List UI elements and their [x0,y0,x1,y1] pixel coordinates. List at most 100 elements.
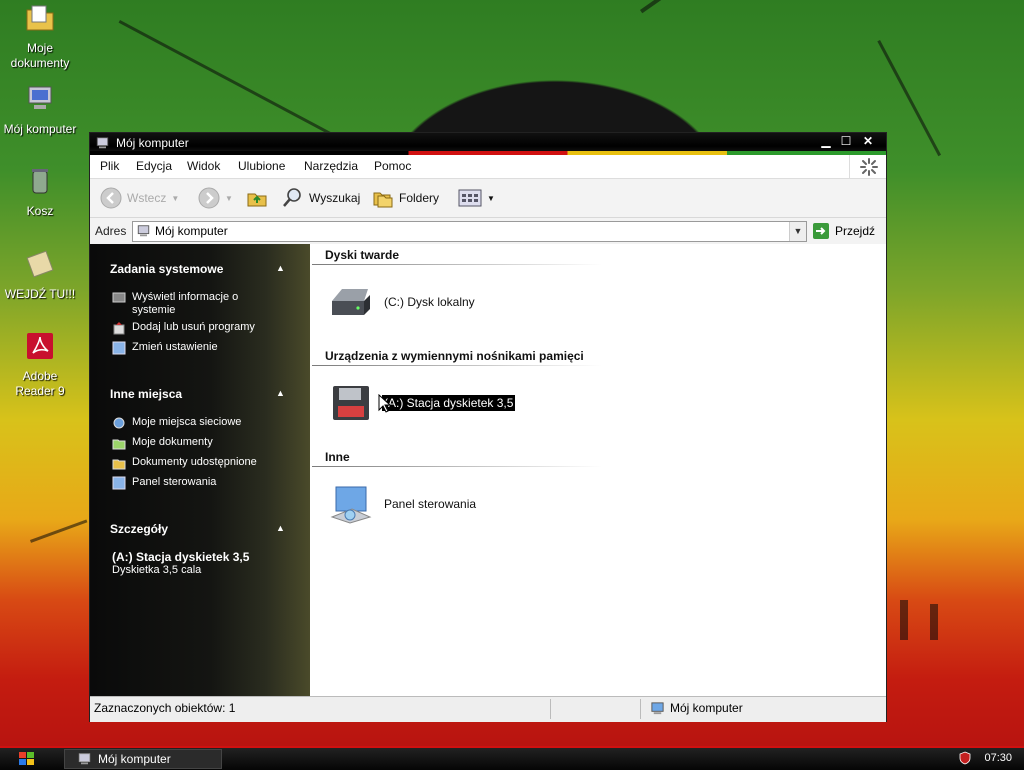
desktop-icon-label: Kosz [26,204,54,218]
address-value: Mój komputer [155,224,228,238]
my-computer-icon [78,753,91,765]
group-title-hard-drives: Dyski twarde [325,248,400,262]
taskbar: Mój komputer 07:30 [0,746,1024,770]
place-label: Moje dokumenty [132,436,213,448]
details-subtitle: Dyskietka 3,5 cala [112,564,202,576]
menu-file[interactable]: Plik [100,159,119,173]
my-documents-icon [112,439,126,450]
desktop-icon-label: Moje dokumenty [10,41,70,70]
minimize-button[interactable]: ▁ [818,135,834,149]
shortcut-icon [26,250,54,278]
control-panel-item[interactable]: Panel sterowania [328,481,478,527]
floppy-drive-icon [333,386,369,420]
back-arrow-icon [100,187,122,209]
maximize-button[interactable]: ☐ [838,135,854,149]
section-title-other-places[interactable]: Inne miejsca [110,387,182,401]
address-label: Adres [95,224,127,238]
collapse-icon[interactable]: ▲ [276,263,285,273]
group-title-removable-storage: Urządzenia z wymiennymi nośnikami pamięc… [325,349,584,363]
folders-icon [373,192,393,208]
go-button[interactable]: Przejdź [812,221,875,241]
wallpaper-streak [640,0,807,14]
folder-up-icon [247,193,267,207]
address-dropdown-button[interactable]: ▼ [789,222,806,241]
menu-tools[interactable]: Narzędzia [304,159,358,173]
desktop-icon-recycle-bin[interactable]: Kosz [0,165,80,219]
place-label: Moje miejsca sieciowe [132,416,242,428]
forward-arrow-icon [198,187,220,209]
drive-a[interactable]: (A:) Stacja dyskietek 3,5 [328,380,516,426]
search-label: Wyszukaj [309,191,361,205]
collapse-icon[interactable]: ▲ [276,388,285,398]
menu-bar: Plik Edycja Widok Ulubione Narzędzia Pom… [90,155,886,179]
menu-help[interactable]: Pomoc [374,159,411,173]
section-title-system-tasks[interactable]: Zadania systemowe [110,262,223,276]
taskbar-item-my-computer[interactable]: Mój komputer [64,749,222,769]
control-panel-icon [112,476,126,490]
desktop-icon-my-computer[interactable]: Mój komputer [0,83,80,137]
network-places-icon [113,417,125,429]
place-network[interactable]: Moje miejsca sieciowe [112,416,241,430]
back-label: Wstecz [127,191,167,205]
task-label: Dodaj lub usuń programy [132,321,255,333]
control-panel-icon [112,341,126,355]
task-label: Zmień ustawienie [132,341,218,353]
window-title: Mój komputer [116,136,189,150]
place-label: Panel sterowania [132,476,217,488]
wallpaper-streak [118,20,350,145]
status-bar: Zaznaczonych obiektów: 1 Mój komputer [90,696,886,722]
place-label: Dokumenty udostępnione [132,456,257,468]
address-input[interactable]: Mój komputer ▼ [132,221,807,242]
task-view-system-info[interactable]: Wyświetl informacje o systemie [112,291,262,317]
menu-favorites[interactable]: Ulubione [238,159,285,173]
control-panel-icon [330,486,372,524]
menu-edit[interactable]: Edycja [136,159,172,173]
wallpaper-streak [30,519,88,543]
folders-button[interactable]: Foldery [372,187,439,209]
section-title-details[interactable]: Szczegóły [110,522,168,536]
start-button[interactable] [16,750,38,768]
title-bar[interactable]: Mój komputer ▁ ☐ ✕ [90,133,886,155]
group-divider [312,466,602,467]
search-button[interactable]: Wyszukaj [282,187,360,209]
task-add-remove-programs[interactable]: Dodaj lub usuń programy [112,321,255,335]
recycle-bin-icon [32,169,48,194]
hard-drive-icon [332,289,370,315]
mouse-cursor-icon [378,394,392,413]
place-my-documents[interactable]: Moje dokumenty [112,436,213,450]
views-button[interactable]: ▼ [458,187,495,209]
search-icon [283,188,301,207]
forward-button[interactable]: ▼ [198,187,233,209]
taskbar-item-label: Mój komputer [98,752,171,766]
throbber-icon [860,158,878,176]
place-shared-documents[interactable]: Dokumenty udostępnione [112,456,257,470]
task-label: Wyświetl informacje o systemie [132,291,239,316]
wallpaper-streak [900,600,908,640]
add-remove-programs-icon [113,322,125,335]
close-button[interactable]: ✕ [860,135,876,149]
up-folder-button[interactable] [246,187,268,209]
desktop-icon-label: Adobe Reader 9 [15,369,65,398]
back-button[interactable]: Wstecz ▼ [100,187,179,209]
desktop-icon-shortcut[interactable]: WEJDŹ TU!!! [0,248,80,302]
menu-view[interactable]: Widok [187,159,220,173]
wallpaper-streak [930,604,938,640]
group-divider [312,264,602,265]
drive-c[interactable]: (C:) Dysk lokalny [328,279,477,325]
group-title-other: Inne [325,450,350,464]
task-change-setting[interactable]: Zmień ustawienie [112,341,218,355]
desktop-icon-label: WEJDŹ TU!!! [4,287,76,301]
my-documents-icon [26,5,54,31]
status-divider [550,699,551,719]
chevron-down-icon: ▼ [171,193,180,203]
chevron-down-icon: ▼ [225,193,233,203]
place-control-panel[interactable]: Panel sterowania [112,476,216,490]
desktop-icon-adobe-reader[interactable]: Adobe Reader 9 [0,330,80,399]
clock[interactable]: 07:30 [984,752,1012,764]
desktop-icon-my-documents[interactable]: Moje dokumenty [0,2,80,71]
wallpaper-streak [877,40,942,157]
views-icon [458,189,482,207]
security-shield-icon[interactable] [958,751,972,765]
collapse-icon[interactable]: ▲ [276,523,285,533]
item-label: (A:) Stacja dyskietek 3,5 [382,395,516,411]
